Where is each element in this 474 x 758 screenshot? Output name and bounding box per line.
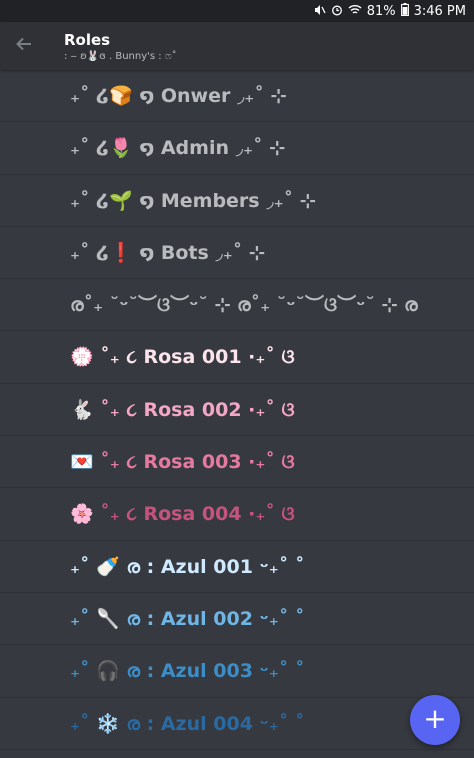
server-name: : ‒ ʚ🐰ɞ . Bunny's : ෆ˚ xyxy=(64,51,177,62)
mute-icon xyxy=(314,4,326,19)
add-role-button[interactable]: + xyxy=(410,695,460,745)
role-row[interactable]: 💮 ˚₊ ૮ Rosa 001 ·₊˚ ଓ xyxy=(0,331,474,384)
role-row[interactable]: 🐇 ˚₊ ૮ Rosa 002 ·₊˚ ଓ xyxy=(0,384,474,437)
role-row[interactable]: 💌 ˚₊ ૮ Rosa 003 ·₊˚ ଓ xyxy=(0,436,474,489)
role-row[interactable]: ₊˚ ໒🌱 ໑ Members ◞₊˚ ⊹ xyxy=(0,175,474,227)
role-row[interactable]: ₊˚ 🍼 ര : Azul 001 ᵕ₊˚ ˚ xyxy=(0,541,474,593)
role-row[interactable]: ₊˚ ❄️ ര : Azul 004 ᵕ₊˚ ˚ xyxy=(0,698,474,750)
arrow-left-icon xyxy=(15,34,33,59)
role-list: ₊˚ ໒🍞 ໑ Onwer ◞₊˚ ⊹ ₊˚ ໒🌷 ໑ Admin ◞₊˚ ⊹ … xyxy=(0,70,474,758)
role-name: ₊˚ 🎧 ര : Azul 003 ᵕ₊˚ ˚ xyxy=(70,660,305,683)
battery-icon xyxy=(400,3,409,19)
role-name: ₊˚ ໒❗ ໑ Bots ◞₊˚ ⊹ xyxy=(70,241,265,264)
battery-percent: 81% xyxy=(366,3,396,19)
status-bar: 81% 3:46 PM xyxy=(0,0,474,22)
role-name: 💌 ˚₊ ૮ Rosa 003 ·₊˚ ଓ xyxy=(70,451,295,474)
role-row[interactable]: ₊˚ 🎧 ര : Azul 003 ᵕ₊˚ ˚ xyxy=(0,645,474,698)
role-name: 💮 ˚₊ ૮ Rosa 001 ·₊˚ ଓ xyxy=(70,346,295,369)
role-row[interactable]: 🌸 ˚₊ ૮ Rosa 004 ·₊˚ ଓ xyxy=(0,488,474,541)
role-row[interactable]: ₊˚ 🥄 ര : Azul 002 ᵕ₊˚ ˚ xyxy=(0,593,474,646)
role-row[interactable]: ₊˚ ໒🌷 ໑ Admin ◞₊˚ ⊹ xyxy=(0,122,474,175)
role-row[interactable]: ര˚₊ ˘ᵕ˘︶ଓ︶ᵕ˘ ⊹ ര˚₊ ˘ᵕ˘︶ଓ︶ᵕ˘ ⊹ ര xyxy=(0,279,474,332)
page-title: Roles xyxy=(64,31,111,49)
role-name: ₊˚ ❄️ ര : Azul 004 ᵕ₊˚ ˚ xyxy=(70,712,305,735)
wifi-icon xyxy=(348,4,362,18)
alarm-icon xyxy=(331,4,343,19)
back-button[interactable] xyxy=(10,32,38,60)
role-name: ₊˚ ໒🌱 ໑ Members ◞₊˚ ⊹ xyxy=(70,189,316,212)
role-name: ₊˚ ໒🌷 ໑ Admin ◞₊˚ ⊹ xyxy=(70,137,286,160)
role-name: ര˚₊ ˘ᵕ˘︶ଓ︶ᵕ˘ ⊹ ര˚₊ ˘ᵕ˘︶ଓ︶ᵕ˘ ⊹ ര xyxy=(70,294,418,317)
plus-icon: + xyxy=(423,702,447,735)
status-icons: 81% 3:46 PM xyxy=(314,3,466,19)
app-bar: Roles : ‒ ʚ🐰ɞ . Bunny's : ෆ˚ xyxy=(0,22,474,70)
role-name: ₊˚ ໒🍞 ໑ Onwer ◞₊˚ ⊹ xyxy=(70,85,287,107)
role-name: ₊˚ 🍼 ര : Azul 001 ᵕ₊˚ ˚ xyxy=(70,555,305,578)
role-name: 🌸 ˚₊ ૮ Rosa 004 ·₊˚ ଓ xyxy=(70,503,295,526)
role-name: ₊˚ 🥄 ര : Azul 002 ᵕ₊˚ ˚ xyxy=(70,607,305,630)
role-name: 🐇 ˚₊ ૮ Rosa 002 ·₊˚ ଓ xyxy=(70,398,295,421)
role-row[interactable]: ₊˚ ໒🍞 ໑ Onwer ◞₊˚ ⊹ xyxy=(0,70,474,123)
status-time: 3:46 PM xyxy=(413,3,466,19)
role-row[interactable]: ₊˚ ໒❗ ໑ Bots ◞₊˚ ⊹ xyxy=(0,227,474,280)
